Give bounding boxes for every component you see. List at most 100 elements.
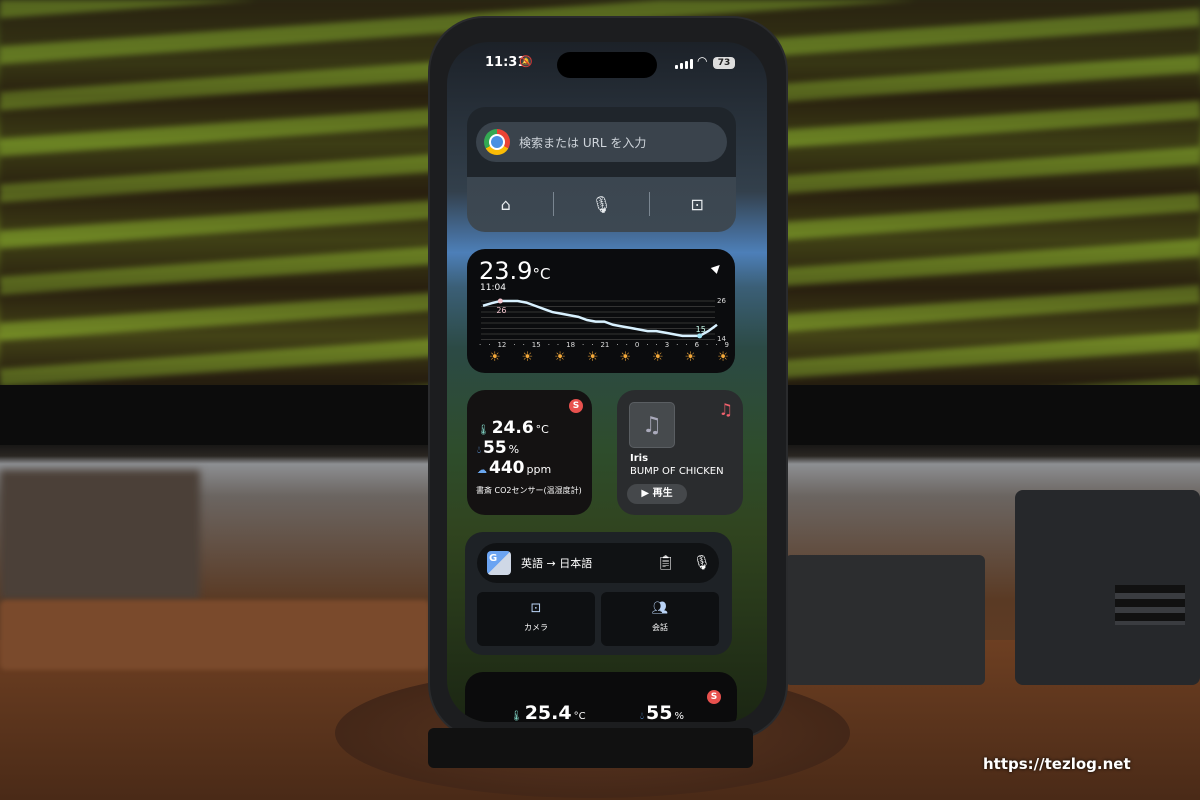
people-icon: 👥︎ [651,601,669,616]
sun-icon: ☀ [586,350,599,365]
hour-tick: · [479,341,482,349]
mic-icon[interactable]: 🎙︎ [693,555,719,571]
low-point [697,333,703,339]
sensor-name: 書斎 CO2センサー(温湿度計) [476,486,582,495]
hour-tick: · [685,341,688,349]
humidity-unit: % [508,443,520,456]
hour-tick: · [547,341,550,349]
hour-tick: · [655,341,658,349]
weather-widget[interactable]: 23.9°C 11:04 ▲ 26 15 26 14 · · 12 · · 15 · · 18 ·… [467,249,735,373]
incognito-icon[interactable]: ⌂ [476,195,536,214]
stand-holder [428,728,753,768]
divider [553,192,555,216]
hour-tick: · [676,341,679,349]
switchbot-badge: S [707,690,721,704]
search-placeholder: 検索または URL を入力 [519,135,647,150]
sensor-co2: 440 [489,458,525,478]
humidity-unit: % [674,711,684,722]
mic-icon[interactable]: 🎙︎ [571,195,631,214]
chrome-widget: 検索または URL を入力 ⌂ 🎙︎ ⊡ [467,107,736,232]
humidity-icon: 💧︎ [477,445,481,456]
play-button[interactable]: ▶ 再生 [627,484,687,504]
switchbot-badge: S [569,399,583,413]
hour-tick: · [715,341,718,349]
hour-label: 0 [634,341,640,349]
music-widget[interactable]: ♫ ♫ Iris BUMP OF CHICKEN ▶ 再生 [617,390,743,515]
play-icon: ▶ [641,488,653,499]
sun-icon: ☀ [554,350,566,365]
album-art-placeholder-icon: ♫ [629,402,675,448]
language-pair: 英語 → 日本語 [521,557,593,570]
temp-unit: °C [535,423,549,436]
divider [648,192,650,216]
sensor2-humidity: 55 [646,702,673,722]
sensor-temperature: 24.6 [491,418,534,438]
hour-label: 3 [664,341,670,349]
humidity-icon: 💧︎ [640,711,644,722]
dynamic-island [557,52,657,78]
hour-tick: · [556,341,560,349]
hour-label: 9 [724,341,729,349]
hour-tick: · [706,341,709,349]
camera-label: カメラ [524,623,548,632]
switchbot-sensor-widget-2[interactable]: S 🌡︎ 25.4 °C 💧︎ 55% [465,672,737,722]
hour-labels: · · 12 · · 15 · · 18 · · 21 · · 0 · · 3 · · 6 · · 9 [479,341,729,349]
hour-tick: · [522,341,525,349]
co2-icon: ☁︎ [477,465,487,476]
clipboard-icon[interactable]: 📋︎ [657,555,683,571]
switchbot-sensor-widget[interactable]: S 🌡︎ 24.6 °C 💧︎ 55% ☁︎ 440 ppm 書斎 CO2センサー(温湿度… [467,390,592,515]
hour-label: 21 [600,341,610,349]
co2-unit: ppm [526,463,552,476]
camera-lens-icon: ⊡ [530,601,542,616]
temp-unit: °C [573,711,586,722]
song-artist: BUMP OF CHICKEN [630,466,724,477]
high-point [497,298,503,304]
signal-icon [675,59,693,69]
play-label: 再生 [652,488,673,499]
hour-tick: · [513,341,516,349]
hour-label: 6 [694,341,700,349]
song-title: Iris [630,453,649,464]
thermometer-icon: 🌡︎ [510,711,523,722]
hour-tick: · [625,341,628,349]
apple-music-icon: ♫ [718,400,733,419]
chrome-search-bar[interactable]: 検索または URL を入力 [476,122,727,162]
wifi-icon: ◠ [697,54,708,68]
sun-icon: ☀ [652,350,664,365]
hour-tick: · [616,341,619,349]
hour-label: 15 [531,341,541,349]
watermark: https://tezlog.net [983,755,1131,773]
high-label: 26 [496,306,506,315]
hour-tick: · [488,341,491,349]
wooden-tray [0,600,430,670]
google-translate-logo-icon: G [487,551,511,575]
chrome-logo-icon [484,129,510,155]
device-plate [785,555,985,685]
forecast-icons: ☀ ☀ ☀ ☀ ☀ ☀ ☀ ☀ [489,350,729,365]
hour-tick: · [582,341,585,349]
sun-icon: ☀ [489,350,501,365]
google-translate-widget: G 英語 → 日本語 📋︎ 🎙︎ ⊡ カメラ 👥︎ 会話 [465,532,732,655]
conversation-button[interactable]: 👥︎ 会話 [601,592,719,646]
sensor-humidity: 55 [483,438,507,458]
bell-slash-icon: 🔕 [519,55,533,68]
camera-button[interactable]: ⊡ カメラ [477,592,595,646]
conversation-label: 会話 [652,623,668,632]
translate-bar[interactable]: G 英語 → 日本語 📋︎ 🎙︎ [477,543,719,583]
hour-label: 12 [497,341,507,349]
hour-tick: · [591,341,594,349]
battery-indicator: 73 [713,57,735,69]
background-object [0,470,200,600]
scale-max-label: 26 [717,297,726,305]
lens-icon[interactable]: ⊡ [667,195,727,214]
sun-icon: ☀ [619,350,632,365]
phone-screen: 11:31 🔕 ◠ 73 検索または URL を入力 ⌂ 🎙︎ ⊡ 23.9°C… [447,42,767,722]
hour-tick: · [646,341,649,349]
sensor2-temperature: 25.4 [524,702,572,722]
mini-pc [1015,490,1200,685]
sun-icon: ☀ [717,350,729,365]
sun-icon: ☀ [521,350,534,365]
thermometer-icon: 🌡︎ [477,425,490,436]
hour-label: 18 [566,341,576,349]
sun-icon: ☀ [684,350,697,365]
